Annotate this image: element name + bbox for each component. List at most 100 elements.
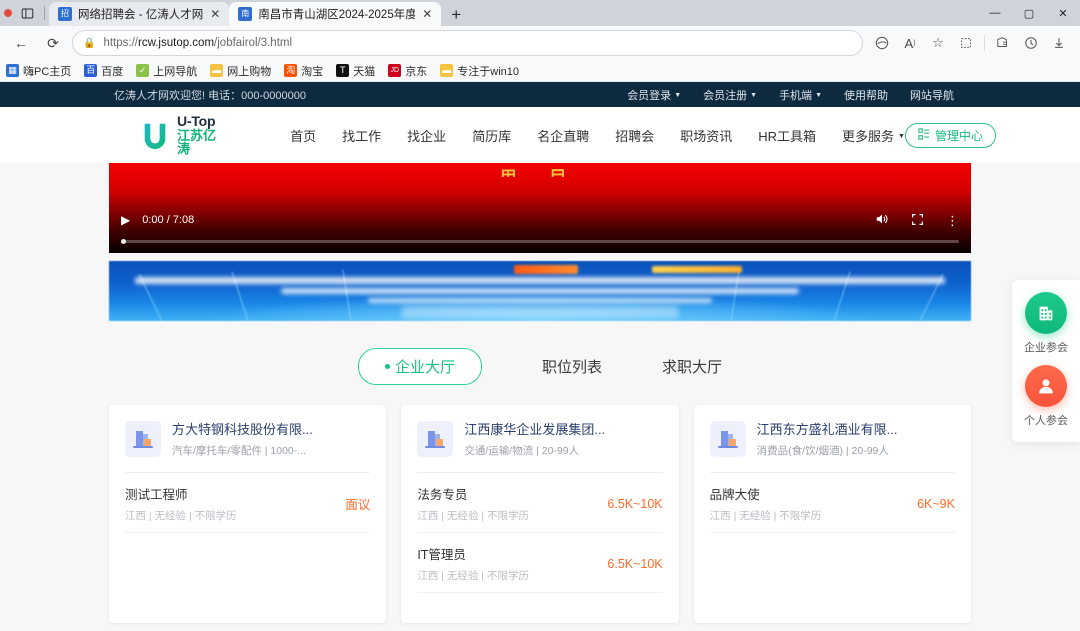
- back-icon[interactable]: ←: [8, 30, 34, 56]
- job-row[interactable]: 测试工程师 江西 | 无经验 | 不限学历 面议: [125, 473, 371, 533]
- tab-job-list[interactable]: 职位列表: [542, 349, 602, 384]
- bookmark-item[interactable]: ▦ 嗨PC主页: [6, 63, 71, 79]
- recording-indicator-icon: [4, 9, 12, 17]
- tmall-icon: T: [336, 64, 350, 77]
- nav-item-hr-toolbox[interactable]: HR工具箱: [758, 126, 816, 145]
- topbar-link-help[interactable]: 使用帮助: [844, 87, 888, 103]
- fullscreen-icon[interactable]: [911, 213, 924, 228]
- site-logo[interactable]: U-Top 江苏亿涛: [140, 114, 228, 156]
- job-row[interactable]: 法务专员 江西 | 无经验 | 不限学历 6.5K~10K: [417, 473, 663, 533]
- job-row[interactable]: 品牌大使 江西 | 无经验 | 不限学历 6K~9K: [709, 473, 955, 533]
- bookmark-item[interactable]: T 天猫: [336, 63, 375, 79]
- close-icon[interactable]: ✕: [421, 8, 433, 20]
- copilot-icon[interactable]: [869, 30, 895, 56]
- maximize-button[interactable]: ▢: [1012, 0, 1046, 26]
- nav-item-resume-bank[interactable]: 简历库: [472, 126, 511, 145]
- main-navigation: 首页 找工作 找企业 简历库 名企直聘 招聘会 职场资讯 HR工具箱 更多服务 ▼: [290, 126, 905, 145]
- nav-item-career-news[interactable]: 职场资讯: [680, 126, 732, 145]
- favorite-star-icon[interactable]: ☆: [925, 30, 951, 56]
- nav-item-job-fair[interactable]: 招聘会: [615, 126, 654, 145]
- company-meta: 方大特钢科技股份有限... 汽车/摩托车/零配件 | 1000-...: [172, 419, 313, 458]
- bookmark-item[interactable]: ▬ 专注于win10: [440, 63, 519, 79]
- tabstrip-divider: [44, 6, 45, 20]
- close-icon[interactable]: ✕: [209, 8, 221, 20]
- bookmark-icon: ▦: [6, 64, 19, 77]
- company-header[interactable]: 江西康华企业发展集团... 交通/运输/物流 | 20-99人: [417, 419, 662, 472]
- url-path: /jobfairol/3.html: [214, 37, 293, 49]
- nav-item-famous-companies[interactable]: 名企直聘: [537, 126, 589, 145]
- hao123-icon: ✓: [136, 64, 150, 77]
- topbar-link-login[interactable]: 会员登录 ▼: [627, 87, 681, 103]
- play-button[interactable]: ▶: [121, 213, 130, 227]
- company-logo-placeholder-icon: [709, 420, 746, 457]
- tab-jobseeker-hall[interactable]: 求职大厅: [662, 349, 722, 384]
- close-window-button[interactable]: ✕: [1046, 0, 1080, 26]
- topbar-link-sitemap[interactable]: 网站导航: [910, 87, 954, 103]
- job-info: 测试工程师 江西 | 无经验 | 不限学历: [125, 484, 337, 523]
- tab-company-hall[interactable]: 企业大厅: [357, 347, 482, 385]
- baidu-icon: 百: [84, 64, 98, 77]
- video-progress-bar[interactable]: [121, 239, 959, 244]
- nav-item-find-job[interactable]: 找工作: [342, 126, 381, 145]
- new-tab-button[interactable]: +: [441, 4, 471, 26]
- nav-item-more-services[interactable]: 更多服务 ▼: [842, 126, 905, 145]
- grid-icon: [918, 127, 930, 143]
- topbar-link-label: 手机端: [779, 89, 813, 102]
- company-header[interactable]: 江西东方盛礼酒业有限... 消费品(食/饮/烟酒) | 20-99人: [709, 419, 955, 472]
- personal-join-label: 个人参会: [1024, 415, 1068, 427]
- company-join-widget[interactable]: 企业参会: [1024, 292, 1068, 355]
- hall-tabs: 企业大厅 职位列表 求职大厅: [109, 343, 971, 389]
- browser-tab-2[interactable]: 南 南昌市青山湖区2024-2025年度职 ✕: [229, 2, 442, 26]
- company-meta: 江西康华企业发展集团... 交通/运输/物流 | 20-99人: [464, 419, 605, 458]
- personal-join-widget[interactable]: 个人参会: [1024, 365, 1068, 428]
- job-salary: 6.5K~10K: [607, 496, 663, 511]
- bookmark-item[interactable]: 淘淘宝: [284, 63, 323, 79]
- bookmark-item[interactable]: JD 京东: [388, 63, 427, 79]
- event-banner-image[interactable]: [109, 261, 971, 321]
- chevron-down-icon: ▼: [898, 132, 905, 140]
- company-industry: 汽车/摩托车/零配件 | 1000-...: [172, 445, 307, 457]
- job-title: 测试工程师: [125, 488, 188, 502]
- downloads-icon[interactable]: [1046, 30, 1072, 56]
- bookmark-label: 上网导航: [153, 65, 198, 78]
- video-player[interactable]: 用 目 ▶ 0:00 / 7:08 ⋮: [109, 163, 971, 253]
- bookmark-label: 百度: [101, 65, 124, 78]
- topbar-link-label: 会员注册: [703, 89, 748, 102]
- address-bar[interactable]: 🔒 https://rcw.jsutop.com/jobfairol/3.htm…: [72, 30, 863, 56]
- nav-item-home[interactable]: 首页: [290, 126, 316, 145]
- company-card[interactable]: 方大特钢科技股份有限... 汽车/摩托车/零配件 | 1000-... 测试工程…: [109, 405, 387, 623]
- minimize-button[interactable]: —: [978, 0, 1012, 26]
- history-icon[interactable]: [1018, 30, 1044, 56]
- company-card[interactable]: 江西东方盛礼酒业有限... 消费品(食/饮/烟酒) | 20-99人 品牌大使 …: [693, 405, 971, 623]
- volume-icon[interactable]: [875, 212, 889, 228]
- company-join-label: 企业参会: [1024, 342, 1068, 354]
- job-info: 品牌大使 江西 | 无经验 | 不限学历: [710, 484, 909, 523]
- more-options-icon[interactable]: ⋮: [946, 214, 959, 227]
- split-screen-icon[interactable]: [953, 30, 979, 56]
- topbar-link-mobile[interactable]: 手机端 ▼: [779, 87, 822, 103]
- topbar-welcome: 亿涛人才网欢迎您! 电话：000-0000000: [114, 89, 306, 102]
- bookmark-label: 嗨PC主页: [23, 65, 72, 78]
- bookmark-item[interactable]: ✓ 上网导航: [136, 63, 197, 79]
- tab-title: 南昌市青山湖区2024-2025年度职: [258, 9, 416, 21]
- toolbar-icons: A) ☆: [869, 30, 1072, 56]
- read-aloud-icon[interactable]: A): [897, 30, 923, 56]
- browser-tab-1[interactable]: 招 网络招聘会 - 亿涛人才网 ✕: [49, 2, 230, 26]
- lock-icon: 🔒: [83, 37, 96, 49]
- reload-icon[interactable]: ⟳: [40, 30, 66, 56]
- progress-handle[interactable]: [121, 239, 126, 244]
- nav-item-find-company[interactable]: 找企业: [407, 126, 446, 145]
- topbar-link-register[interactable]: 会员注册 ▼: [703, 87, 757, 103]
- management-center-button[interactable]: 管理中心: [904, 122, 996, 148]
- company-card[interactable]: 江西康华企业发展集团... 交通/运输/物流 | 20-99人 法务专员 江西 …: [401, 405, 679, 623]
- tab-actions-icon[interactable]: [16, 3, 38, 23]
- job-row[interactable]: IT管理员 江西 | 无经验 | 不限学历 6.5K~10K: [417, 533, 663, 593]
- bookmark-item[interactable]: 百百度: [84, 63, 123, 79]
- tabstrip-left-controls: [0, 0, 49, 26]
- toolbar-divider: [984, 35, 985, 51]
- company-industry: 消费品(食/饮/烟酒) | 20-99人: [756, 445, 889, 457]
- collections-icon[interactable]: [990, 30, 1016, 56]
- company-header[interactable]: 方大特钢科技股份有限... 汽车/摩托车/零配件 | 1000-...: [125, 419, 370, 472]
- video-title-fragment: 用 目: [109, 163, 971, 177]
- bookmark-item[interactable]: ▬ 网上购物: [210, 63, 271, 79]
